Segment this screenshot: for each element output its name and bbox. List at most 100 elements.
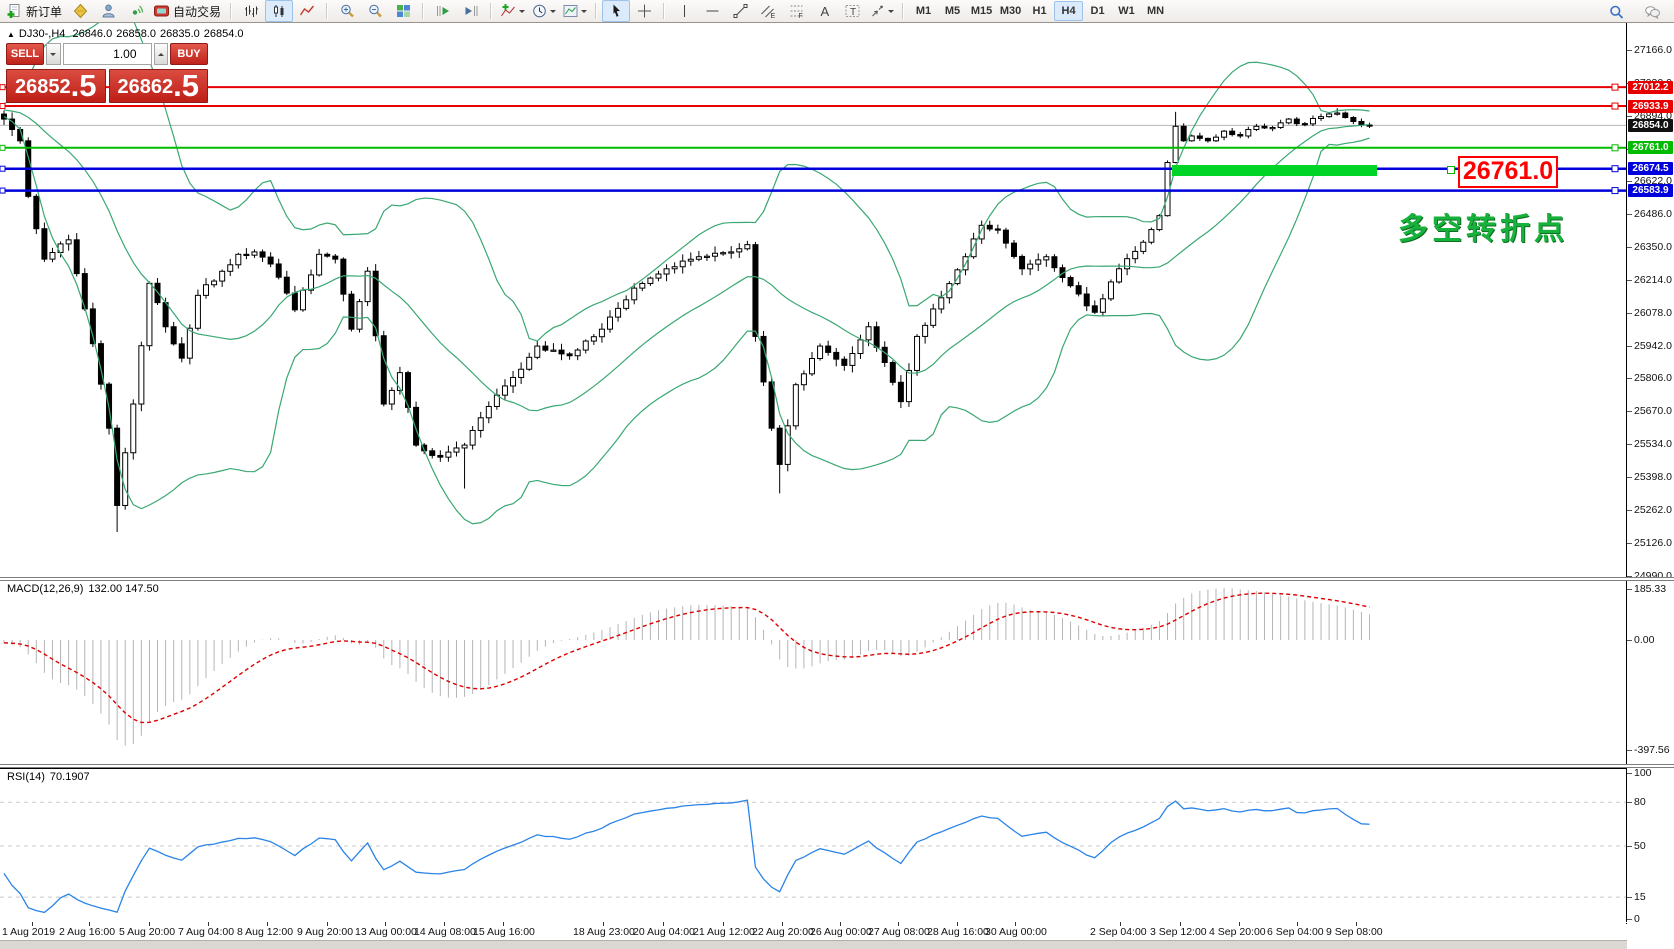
timeframe-m1-button[interactable]: M1 xyxy=(909,1,938,21)
current-price-tag: 26854.0 xyxy=(1628,119,1673,132)
date-tick xyxy=(444,922,445,926)
shapes-button[interactable] xyxy=(866,0,897,22)
date-tick-label: 30 Aug 00:00 xyxy=(985,926,1047,938)
equidistant-channel-button[interactable]: E xyxy=(754,0,782,22)
annotation-anchor-square[interactable] xyxy=(1447,166,1455,174)
auto-scroll-button[interactable] xyxy=(429,0,457,22)
level-price-tag: 26674.5 xyxy=(1628,162,1673,175)
community-button[interactable] xyxy=(94,0,122,22)
macd-indicator-label: MACD(12,26,9)132.00 147.50 xyxy=(7,583,164,595)
rsi-indicator-label: RSI(14)70.1907 xyxy=(7,771,95,783)
date-tick-label: 9 Aug 20:00 xyxy=(297,926,353,938)
cursor-button[interactable] xyxy=(602,0,630,22)
macd-axis-label: 0.00 xyxy=(1634,635,1654,646)
candles-chart-button[interactable] xyxy=(265,0,293,22)
auto-scroll-icon xyxy=(435,3,452,19)
toolbar-separator xyxy=(902,3,904,19)
algo-trading-button[interactable]: 自动交易 xyxy=(150,0,225,22)
rsi-axis-label: 100 xyxy=(1634,768,1652,779)
chart-header: ▲DJ30-,H4 26846.026858.026835.026854.0 xyxy=(7,28,248,40)
date-tick xyxy=(503,922,504,926)
macd-panel-chart[interactable] xyxy=(0,581,1626,763)
chat-button[interactable] xyxy=(1638,1,1666,23)
chart-shift-button[interactable] xyxy=(457,0,485,22)
buy-button[interactable]: BUY xyxy=(170,43,208,65)
vertical-line-button[interactable] xyxy=(670,0,698,22)
date-tick-label: 3 Sep 12:00 xyxy=(1150,926,1207,938)
sell-price-box[interactable]: 26852.5 xyxy=(6,69,106,103)
collapse-arrow-icon[interactable]: ▲ xyxy=(7,30,15,39)
price-axis[interactable]: 27166.027030.026894.026758.026622.026486… xyxy=(1627,23,1674,949)
date-tick xyxy=(327,922,328,926)
date-tick xyxy=(1239,922,1240,926)
axis-tick xyxy=(1627,116,1632,117)
main-price-chart[interactable] xyxy=(0,23,1626,577)
periods-button[interactable] xyxy=(528,0,559,22)
axis-tick xyxy=(1627,640,1632,641)
date-tick xyxy=(957,922,958,926)
lot-decrease-button[interactable] xyxy=(46,43,61,65)
crosshair-button[interactable] xyxy=(630,0,658,22)
chevron-down-icon xyxy=(581,10,587,16)
templates-button[interactable] xyxy=(559,0,590,22)
macd-panel-separator[interactable] xyxy=(0,577,1674,581)
time-axis[interactable]: 1 Aug 20192 Aug 16:005 Aug 20:007 Aug 04… xyxy=(0,922,1626,940)
market-button[interactable] xyxy=(66,0,94,22)
support-highlight-bar[interactable] xyxy=(1172,165,1377,176)
toolbar-separator xyxy=(490,3,492,19)
text-button[interactable]: A xyxy=(810,0,838,22)
timeframe-h1-button[interactable]: H1 xyxy=(1025,1,1054,21)
timeframe-m5-button[interactable]: M5 xyxy=(938,1,967,21)
trendline-icon xyxy=(732,3,749,19)
date-tick-label: 2 Sep 04:00 xyxy=(1090,926,1147,938)
timeframe-h4-button[interactable]: H4 xyxy=(1054,1,1083,21)
date-tick xyxy=(1120,922,1121,926)
signals-button[interactable] xyxy=(122,0,150,22)
text-icon: A xyxy=(816,3,833,19)
tile-windows-button[interactable] xyxy=(389,0,417,22)
timeframe-mn-button[interactable]: MN xyxy=(1141,1,1170,21)
rsi-panel-separator[interactable] xyxy=(0,764,1674,768)
timeframe-m30-button[interactable]: M30 xyxy=(996,1,1025,21)
lot-size-input[interactable] xyxy=(63,43,152,65)
sell-price-frac: .5 xyxy=(71,70,97,101)
trendline-button[interactable] xyxy=(726,0,754,22)
zoom-out-button[interactable] xyxy=(361,0,389,22)
fibonacci-button[interactable]: F xyxy=(782,0,810,22)
price-annotation-box[interactable]: 26761.0 xyxy=(1458,156,1558,188)
date-tick xyxy=(840,922,841,926)
turning-point-note[interactable]: 多空转折点 xyxy=(1398,204,1568,248)
axis-tick xyxy=(1627,378,1632,379)
axis-tick xyxy=(1627,247,1632,248)
lot-increase-button[interactable] xyxy=(154,43,169,65)
timeframe-m15-button[interactable]: M15 xyxy=(967,1,996,21)
axis-tick xyxy=(1627,589,1632,590)
price-tick-label: 25534.0 xyxy=(1634,439,1672,450)
date-tick-label: 28 Aug 16:00 xyxy=(927,926,989,938)
timeframe-w1-button[interactable]: W1 xyxy=(1112,1,1141,21)
buy-price-box[interactable]: 26862.5 xyxy=(109,69,209,103)
axis-tick xyxy=(1627,750,1632,751)
horizontal-line-button[interactable] xyxy=(698,0,726,22)
chart-window[interactable]: ▲DJ30-,H4 26846.026858.026835.026854.0 S… xyxy=(0,23,1674,949)
toolbar-separator xyxy=(230,3,232,19)
date-tick-label: 5 Aug 20:00 xyxy=(119,926,175,938)
new-order-button[interactable]: 新订单 xyxy=(3,0,66,22)
zoom-in-button[interactable] xyxy=(333,0,361,22)
price-axis-border xyxy=(1626,23,1627,922)
sell-button[interactable]: SELL xyxy=(6,43,44,65)
search-button[interactable] xyxy=(1602,1,1630,23)
chart-shift-icon xyxy=(463,3,480,19)
timeframe-d1-button[interactable]: D1 xyxy=(1083,1,1112,21)
toolbar-separator xyxy=(326,3,328,19)
ohlc-close: 26854.0 xyxy=(204,28,244,40)
indicators-button[interactable] xyxy=(497,0,528,22)
zoom-in-icon xyxy=(339,3,356,19)
shapes-icon xyxy=(869,3,886,19)
bars-chart-button[interactable] xyxy=(237,0,265,22)
text-label-button[interactable]: T xyxy=(838,0,866,22)
date-tick-label: 14 Aug 08:00 xyxy=(414,926,476,938)
date-tick-label: 8 Aug 12:00 xyxy=(237,926,293,938)
line-chart-button[interactable] xyxy=(293,0,321,22)
date-tick xyxy=(32,922,33,926)
